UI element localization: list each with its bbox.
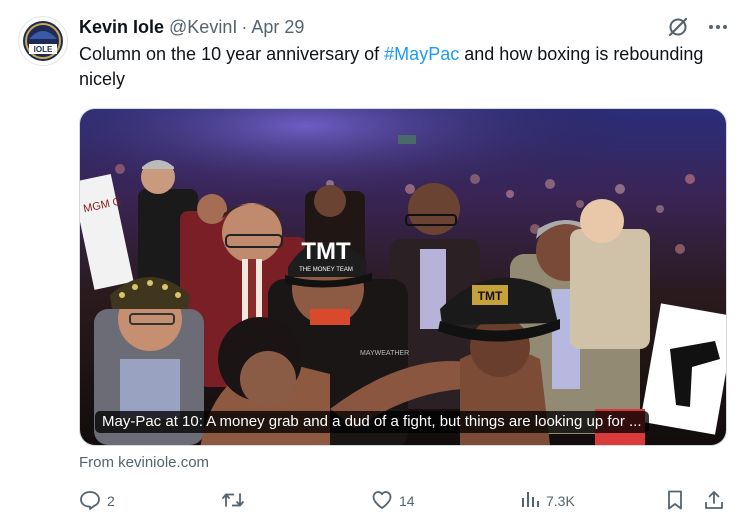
reply-icon [79,489,101,514]
tweet-action-bar: 2 14 7.3K [79,487,729,515]
tweet-text-before: Column on the 10 year anniversary of [79,44,385,64]
tweet-header: Kevin Iole @KevinI · Apr 29 [79,17,304,39]
like-icon [371,489,393,514]
cap-logo-text: TMT [478,289,503,303]
tweet-text: Column on the 10 year anniversary of #Ma… [79,42,734,92]
author-name[interactable]: Kevin Iole [79,17,164,38]
views-button[interactable]: 7.3K [520,487,575,515]
hat-logo-text: TMT [301,238,351,265]
like-button[interactable]: 14 [371,487,415,515]
card-caption: May-Pac at 10: A money grab and a dud of… [95,411,649,433]
more-icon[interactable] [705,14,731,40]
header-separator: · [241,17,248,37]
bookmark-button[interactable] [665,487,685,515]
avatar-text: IOLE [34,45,53,54]
hat-sub-text: THE MONEY TEAM [299,267,353,273]
card-image: MGM G TMT THE MONEY TEAM MAYWEATHER TMT [80,109,726,445]
reply-count: 2 [107,493,115,509]
link-card[interactable]: MGM G TMT THE MONEY TEAM MAYWEATHER TMT … [79,108,727,446]
avatar[interactable]: IOLE [18,16,68,66]
share-icon [703,489,725,514]
grok-icon[interactable] [665,14,691,40]
reply-button[interactable]: 2 [79,487,115,515]
card-source[interactable]: From keviniole.com [79,454,209,471]
repost-icon [221,489,245,514]
tweet-top-actions [665,14,731,40]
views-count: 7.3K [546,493,575,509]
author-handle[interactable]: @KevinI [169,17,237,38]
tweet-timestamp[interactable]: Apr 29 [251,17,304,38]
repost-button[interactable] [221,487,251,515]
hashtag-link[interactable]: #MayPac [384,44,459,64]
like-count: 14 [399,493,415,509]
views-icon [520,489,540,514]
shirt-text: MAYWEATHER [360,350,409,357]
bookmark-icon [665,489,685,514]
share-button[interactable] [703,487,725,515]
